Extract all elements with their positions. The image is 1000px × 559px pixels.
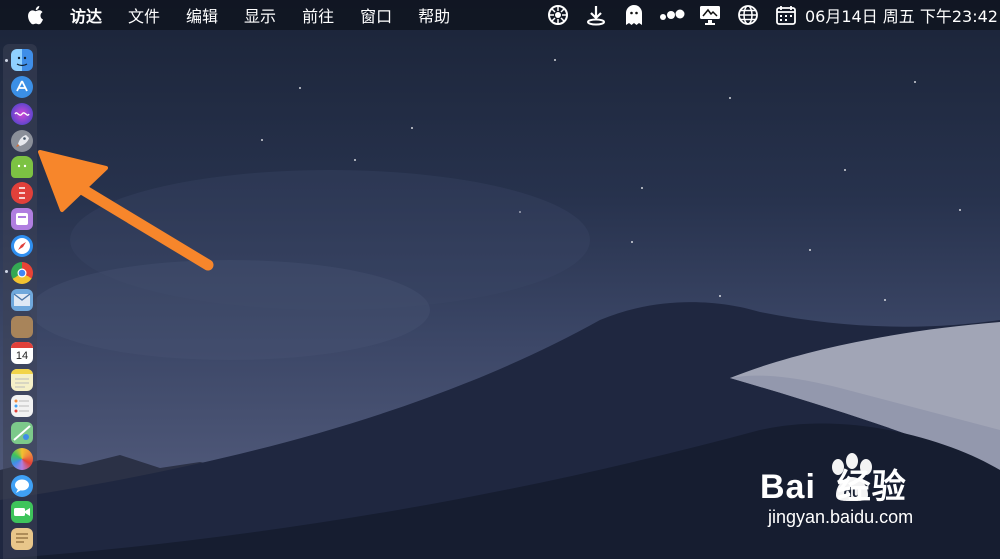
chrome-icon[interactable] bbox=[11, 262, 33, 284]
menu-app-name[interactable]: 访达 bbox=[70, 3, 102, 27]
watermark-title: Bai 经验 bbox=[760, 468, 907, 506]
monitor-icon[interactable] bbox=[697, 3, 723, 27]
notes-book-icon[interactable] bbox=[11, 316, 33, 338]
launchpad-icon[interactable] bbox=[11, 130, 33, 152]
calendar-app-icon[interactable]: 14 bbox=[11, 342, 33, 364]
dashboard-icon[interactable] bbox=[545, 3, 571, 27]
menu-help[interactable]: 帮助 bbox=[418, 3, 450, 27]
dock: 14 bbox=[3, 44, 37, 559]
menu-edit[interactable]: 编辑 bbox=[186, 3, 218, 27]
menu-go[interactable]: 前往 bbox=[302, 3, 334, 27]
menu-view[interactable]: 显示 bbox=[244, 3, 276, 27]
calendar-icon[interactable] bbox=[773, 3, 799, 27]
safari-icon[interactable] bbox=[11, 235, 33, 257]
globe-icon[interactable] bbox=[735, 3, 761, 27]
finder-icon[interactable] bbox=[11, 49, 33, 71]
app-store-icon[interactable] bbox=[11, 76, 33, 98]
menu-window[interactable]: 窗口 bbox=[360, 3, 392, 27]
menu-file[interactable]: 文件 bbox=[128, 3, 160, 27]
notes-icon[interactable] bbox=[11, 369, 33, 391]
reminders-icon[interactable] bbox=[11, 395, 33, 417]
running-indicator bbox=[5, 59, 8, 62]
mail-icon[interactable] bbox=[11, 289, 33, 311]
download-icon[interactable] bbox=[583, 3, 609, 27]
baidu-jingyan-watermark: du Bai 经验 jingyan.baidu.com bbox=[748, 449, 948, 539]
status-tray: 06月14日 周五 下午23:42 bbox=[533, 0, 1000, 30]
maps-icon[interactable] bbox=[11, 422, 33, 444]
siri-icon[interactable] bbox=[11, 103, 33, 125]
dots-icon[interactable] bbox=[659, 3, 685, 27]
menubar-clock[interactable]: 06月14日 周五 下午23:42 bbox=[805, 3, 998, 27]
running-indicator bbox=[5, 270, 8, 273]
watermark-subtitle: jingyan.baidu.com bbox=[768, 507, 914, 527]
purple-app-icon[interactable] bbox=[11, 208, 33, 230]
calendar-day: 14 bbox=[15, 350, 29, 362]
android-icon[interactable] bbox=[11, 156, 33, 178]
photos-icon[interactable] bbox=[11, 448, 33, 470]
menu-bar: 访达 文件 编辑 显示 前往 窗口 帮助 06月14日 周五 下午23:42 bbox=[0, 0, 1000, 30]
ghost-icon[interactable] bbox=[621, 3, 647, 27]
messages-icon[interactable] bbox=[11, 475, 33, 497]
red-app-icon[interactable] bbox=[11, 182, 33, 204]
facetime-icon[interactable] bbox=[11, 501, 33, 523]
doc-icon[interactable] bbox=[11, 528, 33, 550]
apple-menu-icon[interactable] bbox=[24, 3, 48, 27]
